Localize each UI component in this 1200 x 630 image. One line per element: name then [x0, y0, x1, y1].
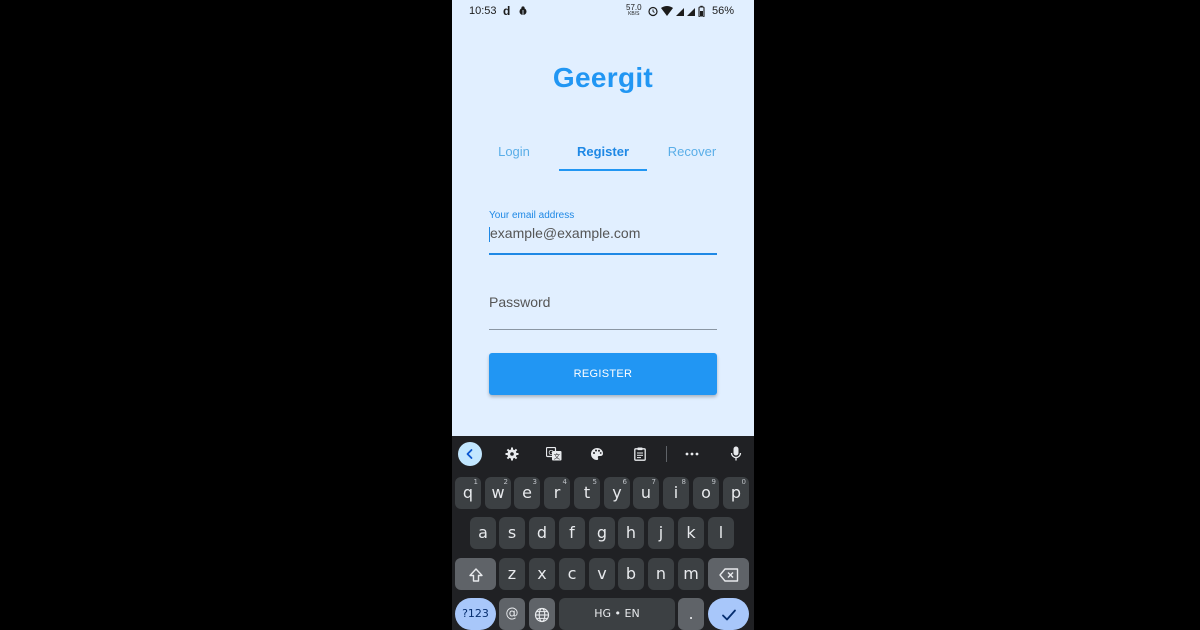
bug-icon: [519, 6, 527, 15]
backspace-key[interactable]: [708, 558, 749, 590]
key-y[interactable]: y6: [604, 477, 630, 509]
soft-keyboard: G 文 q 1 w 2 e 3 r 4 t 5 y 6 u 7 i 8 o 9 …: [452, 436, 754, 630]
key-k[interactable]: k: [678, 517, 704, 549]
key-period[interactable]: .: [678, 598, 704, 630]
key-i[interactable]: i8: [663, 477, 689, 509]
key-c[interactable]: c: [559, 558, 585, 590]
password-underline: [489, 329, 717, 330]
key-a[interactable]: a: [470, 517, 496, 549]
tab-register[interactable]: Register: [559, 138, 647, 172]
email-field[interactable]: Your email address example@example.com: [489, 210, 717, 256]
key-n[interactable]: n: [648, 558, 674, 590]
toolbar-divider: [666, 446, 667, 462]
key-v[interactable]: v: [589, 558, 615, 590]
app-title: Geergit: [552, 62, 654, 93]
key-at[interactable]: @: [499, 598, 525, 630]
enter-key[interactable]: [708, 598, 749, 630]
email-field-label: Your email address: [489, 210, 575, 221]
key-s[interactable]: s: [499, 517, 525, 549]
translate-icon[interactable]: G 文: [542, 442, 566, 466]
email-underline: [489, 253, 717, 255]
backspace-icon: [718, 567, 738, 582]
key-g[interactable]: g: [589, 517, 615, 549]
check-icon: [721, 609, 736, 620]
network-speed: 57.0 KB/S: [626, 3, 642, 18]
back-icon[interactable]: [458, 442, 482, 466]
key-e[interactable]: e3: [514, 477, 540, 509]
status-bar: 10:53 d 57.0 KB/S 56%: [452, 0, 754, 24]
key-f[interactable]: f: [559, 517, 585, 549]
email-placeholder: example@example.com: [490, 225, 641, 241]
mic-icon[interactable]: [724, 442, 748, 466]
email-input[interactable]: example@example.com: [489, 225, 717, 242]
wifi-icon: [661, 6, 673, 16]
status-app-icon: d: [503, 4, 511, 18]
key-w[interactable]: w2: [485, 477, 511, 509]
status-time: 10:53: [469, 5, 497, 17]
key-h[interactable]: h: [618, 517, 644, 549]
signal-icon: [676, 8, 684, 16]
key-b[interactable]: b: [618, 558, 644, 590]
active-tab-indicator: [559, 169, 647, 171]
key-d[interactable]: d: [529, 517, 555, 549]
shift-key[interactable]: [455, 558, 496, 590]
key-z[interactable]: z: [499, 558, 525, 590]
password-input[interactable]: Password: [489, 294, 717, 310]
battery-icon: [698, 5, 705, 17]
symbols-key[interactable]: ?123: [455, 598, 496, 630]
keyboard-toolbar: G 文: [452, 436, 754, 472]
key-p[interactable]: p0: [723, 477, 749, 509]
clipboard-icon[interactable]: [628, 442, 652, 466]
phone-screen: 10:53 d 57.0 KB/S 56% Geergit Login Regi…: [452, 0, 754, 630]
tab-login[interactable]: Login: [470, 138, 558, 172]
palette-icon[interactable]: [585, 442, 609, 466]
svg-text:文: 文: [554, 452, 561, 461]
globe-icon: [534, 607, 550, 622]
key-r[interactable]: r4: [544, 477, 570, 509]
register-button[interactable]: REGISTER: [489, 353, 717, 395]
tab-recover[interactable]: Recover: [648, 138, 736, 172]
key-x[interactable]: x: [529, 558, 555, 590]
key-j[interactable]: j: [648, 517, 674, 549]
gear-icon[interactable]: [500, 442, 524, 466]
auth-tabs: Login Register Recover: [470, 138, 736, 172]
key-o[interactable]: o9: [693, 477, 719, 509]
key-q[interactable]: q1: [455, 477, 481, 509]
status-icons: [648, 5, 705, 17]
shift-icon: [468, 567, 483, 582]
key-l[interactable]: l: [708, 517, 734, 549]
password-field[interactable]: Password: [489, 294, 717, 330]
space-bar[interactable]: HG • EN: [559, 598, 675, 630]
alarm-icon: [648, 6, 658, 17]
key-m[interactable]: m: [678, 558, 704, 590]
signal-icon: [687, 8, 695, 16]
key-t[interactable]: t5: [574, 477, 600, 509]
language-key[interactable]: [529, 598, 555, 630]
more-icon[interactable]: [680, 442, 704, 466]
key-u[interactable]: u7: [633, 477, 659, 509]
battery-percent: 56%: [712, 5, 735, 17]
